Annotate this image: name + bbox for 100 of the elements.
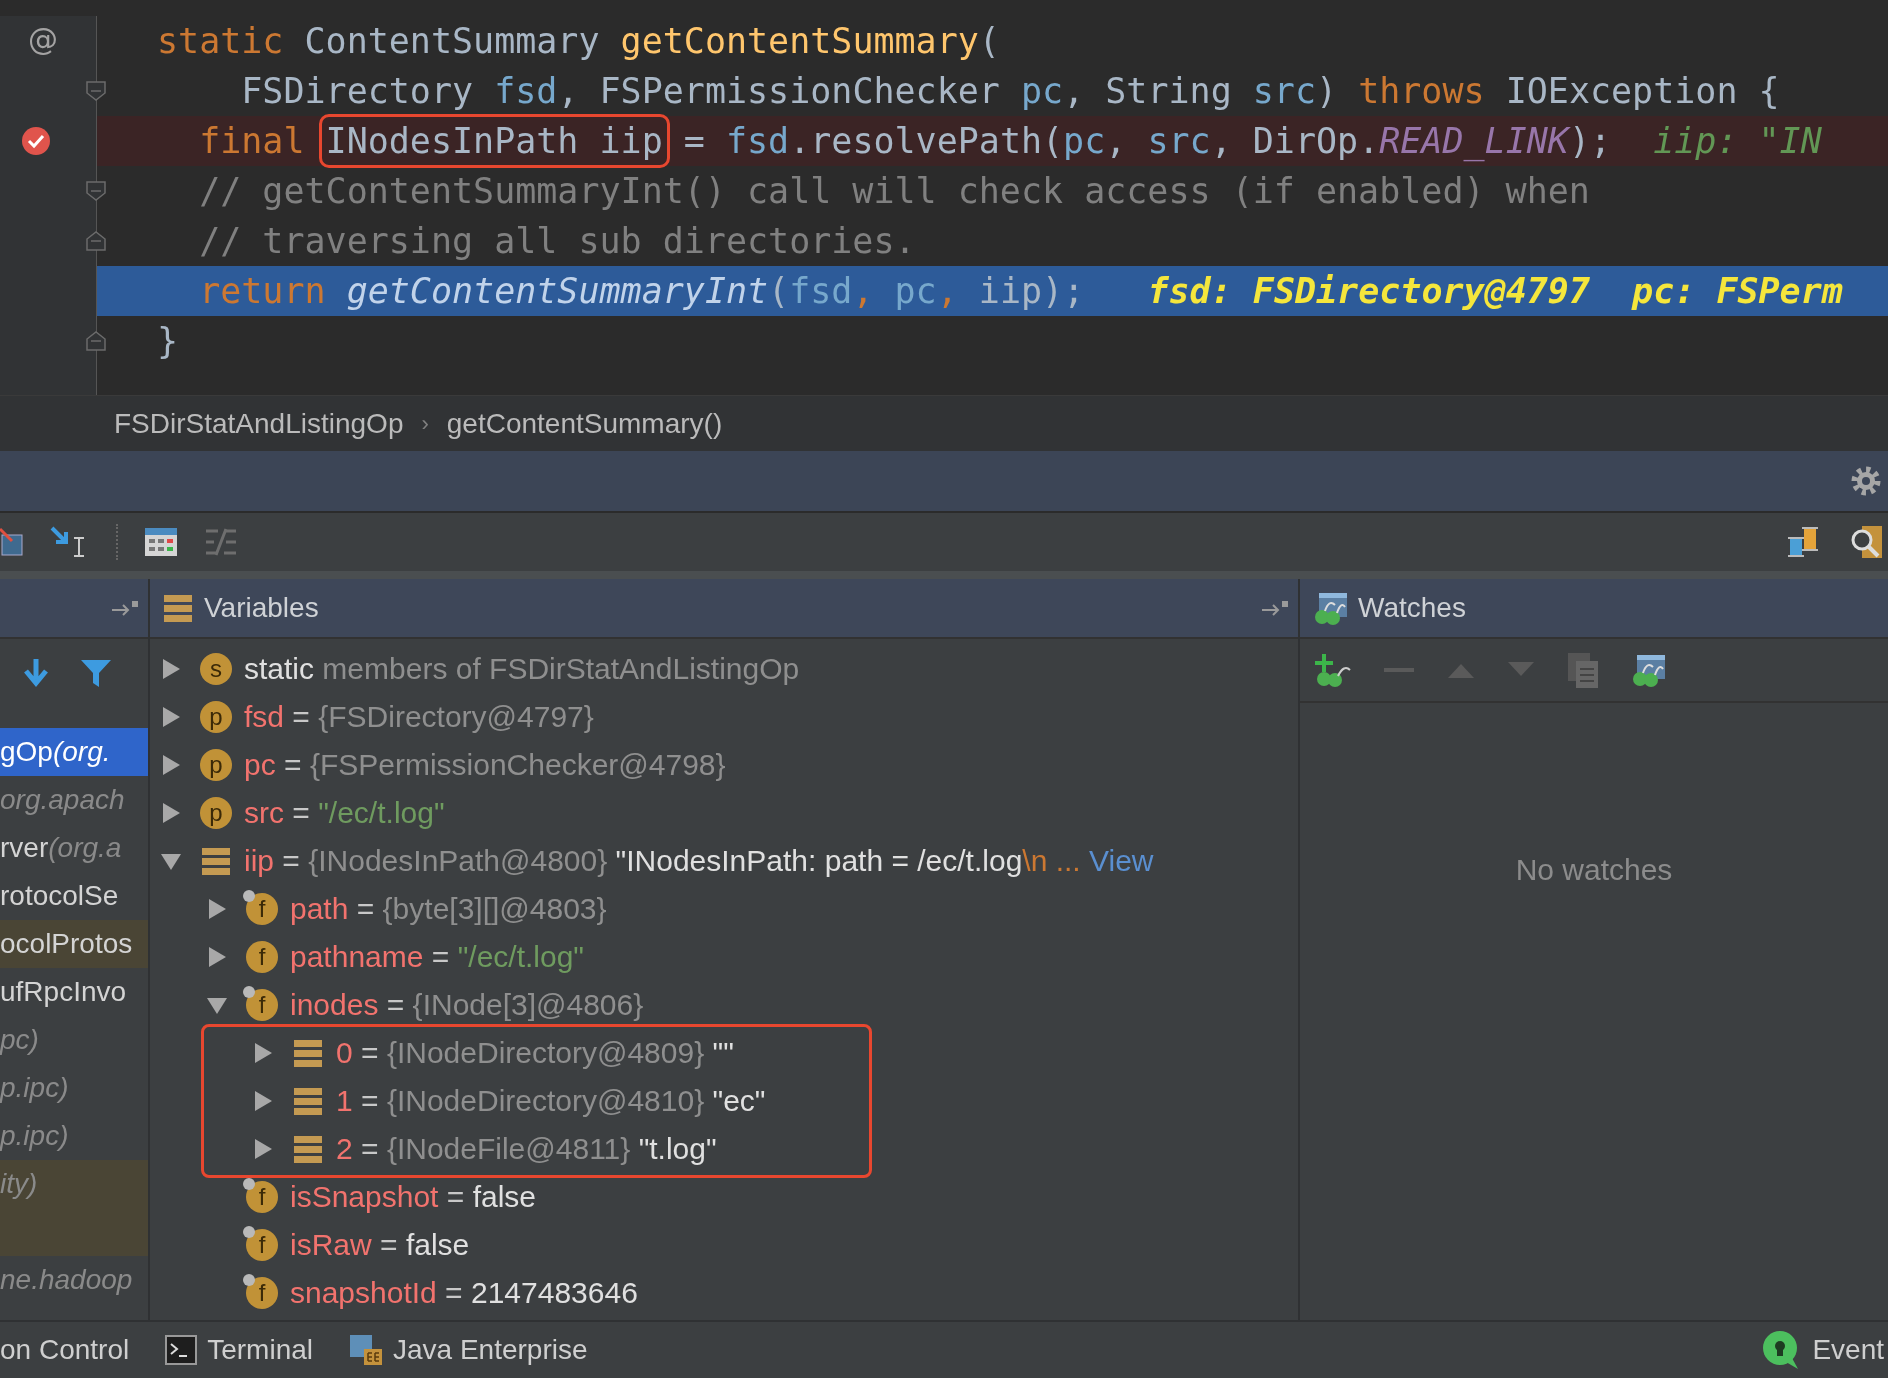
- variable-value: {byte[3][]@4803}: [382, 892, 607, 926]
- field-badge: p: [200, 701, 232, 733]
- variable-name: 2: [336, 1132, 353, 1166]
- variable-name: 1: [336, 1084, 353, 1118]
- fold-end-icon[interactable]: [85, 330, 107, 352]
- variable-value: "/ec/t.log": [457, 940, 584, 974]
- equals-sign: =: [360, 1132, 380, 1166]
- collapsed-arrow-icon[interactable]: [252, 1138, 274, 1160]
- field-badge: p: [200, 797, 232, 829]
- filter-icon[interactable]: [80, 657, 112, 689]
- equals-sign: =: [385, 988, 406, 1022]
- field-badge: p: [200, 749, 232, 781]
- stack-frame[interactable]: ocolProtos: [0, 920, 148, 968]
- java-enterprise-icon[interactable]: [349, 1334, 383, 1366]
- code-line: static ContentSummary getContentSummary(: [156, 20, 1001, 63]
- variable-name: isRaw: [290, 1228, 372, 1262]
- variable-value: "INodesInPath: path = /ec/t.log: [614, 844, 1023, 878]
- add-watch-icon[interactable]: [1314, 652, 1352, 688]
- watch-glasses-icon[interactable]: [1312, 591, 1348, 625]
- stack-icon: [292, 1037, 324, 1069]
- tool-window-tab[interactable]: on Control: [0, 1334, 130, 1366]
- collapsed-arrow-icon[interactable]: [160, 754, 182, 776]
- tool-window-tab[interactable]: Terminal: [165, 1334, 313, 1366]
- stack-frame[interactable]: rver(org.a: [0, 824, 148, 872]
- tool-window-tab[interactable]: Event: [1760, 1330, 1884, 1370]
- stack-icon: [200, 845, 232, 877]
- collapsed-arrow-icon[interactable]: [206, 946, 228, 968]
- pin-icon[interactable]: [1260, 598, 1290, 618]
- variable-name: snapshotId: [290, 1276, 437, 1310]
- calculator-icon[interactable]: [144, 527, 178, 557]
- variable-name: static: [244, 652, 315, 686]
- stack-frame[interactable]: ufRpcInvo: [0, 968, 148, 1016]
- down-arrow-icon[interactable]: [22, 657, 50, 689]
- field-badge: f: [246, 941, 278, 973]
- breadcrumb-item[interactable]: FSDirStatAndListingOp: [114, 407, 404, 440]
- variable-value: {INodeFile@4811}: [386, 1132, 631, 1166]
- field-badge: f: [246, 1181, 278, 1213]
- equals-sign: =: [355, 892, 376, 926]
- variable-value: "t.log": [637, 1132, 717, 1166]
- breadcrumb-item[interactable]: getContentSummary(): [446, 407, 723, 440]
- equals-sign: =: [360, 1036, 380, 1070]
- stack-icon: [292, 1133, 324, 1165]
- empty-message: No watches: [1515, 853, 1673, 888]
- field-badge: f: [246, 893, 278, 925]
- collapsed-arrow-icon[interactable]: [160, 706, 182, 728]
- variable-value: "ec": [711, 1084, 766, 1118]
- stack-icon: [162, 592, 194, 624]
- collapsed-arrow-icon[interactable]: [252, 1090, 274, 1112]
- variable-name: 0: [336, 1036, 353, 1070]
- variable-name: pathname: [290, 940, 424, 974]
- stack-frame[interactable]: rotocolSe: [0, 872, 148, 920]
- collapsed-arrow-icon[interactable]: [206, 898, 228, 920]
- code-line: // getContentSummaryInt() call will check access (if enabled) when: [198, 170, 1591, 213]
- variable-value: {FSPermissionChecker@4798}: [309, 748, 726, 782]
- code-line: }: [156, 320, 180, 363]
- equals-sign: =: [430, 940, 451, 974]
- variable-name: pc: [244, 748, 276, 782]
- fold-start-icon[interactable]: [85, 180, 107, 202]
- equals-sign: =: [283, 748, 303, 782]
- variable-value: {INodesInPath@4800}: [308, 844, 608, 878]
- equals-sign: =: [379, 1228, 399, 1262]
- collapsed-arrow-icon[interactable]: [160, 658, 182, 680]
- variable-value: 2147483646: [471, 1276, 638, 1310]
- stack-frame[interactable]: gOp(org.: [0, 728, 148, 776]
- variable-value: false: [472, 1180, 536, 1214]
- code-line: // traversing all sub directories.: [198, 220, 917, 263]
- variable-value: {INode[3]@4806}: [412, 988, 644, 1022]
- inline-watch-icon[interactable]: [1630, 653, 1666, 687]
- variable-value: {INodeDirectory@4809}: [386, 1036, 705, 1070]
- equals-sign: =: [445, 1180, 466, 1214]
- collapsed-arrow-icon[interactable]: [160, 802, 182, 824]
- panel-title: Watches: [1358, 592, 1466, 624]
- field-badge: f: [246, 1277, 278, 1309]
- fold-end-icon[interactable]: [85, 230, 107, 252]
- collapsed-arrow-icon[interactable]: [252, 1042, 274, 1064]
- variable-name: path: [290, 892, 349, 926]
- equals-sign: =: [444, 1276, 464, 1310]
- tool-window-tab[interactable]: Java Enterprise: [349, 1334, 588, 1366]
- stack-icon: [292, 1085, 324, 1117]
- variable-value: {INodeDirectory@4810}: [386, 1084, 705, 1118]
- variable-name: inodes: [290, 988, 379, 1022]
- breakpoint-icon[interactable]: [21, 126, 51, 156]
- field-badge: f: [246, 989, 278, 1021]
- terminal-icon[interactable]: [165, 1335, 198, 1365]
- variable-name: src: [244, 796, 284, 830]
- variable-name: fsd: [244, 700, 285, 734]
- fold-start-icon[interactable]: [85, 80, 107, 102]
- variable-value: "": [711, 1036, 734, 1070]
- variable-value: \n: [1022, 844, 1048, 878]
- annotation-marker: @: [28, 22, 58, 57]
- variable-value: members of FSDirStatAndListingOp: [321, 652, 800, 686]
- variable-name: isSnapshot: [290, 1180, 439, 1214]
- field-badge: s: [200, 653, 232, 685]
- equals-sign: =: [281, 844, 301, 878]
- panel-title: Variables: [204, 592, 319, 624]
- pin-icon[interactable]: [110, 598, 140, 618]
- field-badge: f: [246, 1229, 278, 1261]
- breadcrumb-separator: ›: [421, 410, 429, 437]
- variable-value: "/ec/t.log": [318, 796, 445, 830]
- equals-sign: =: [360, 1084, 380, 1118]
